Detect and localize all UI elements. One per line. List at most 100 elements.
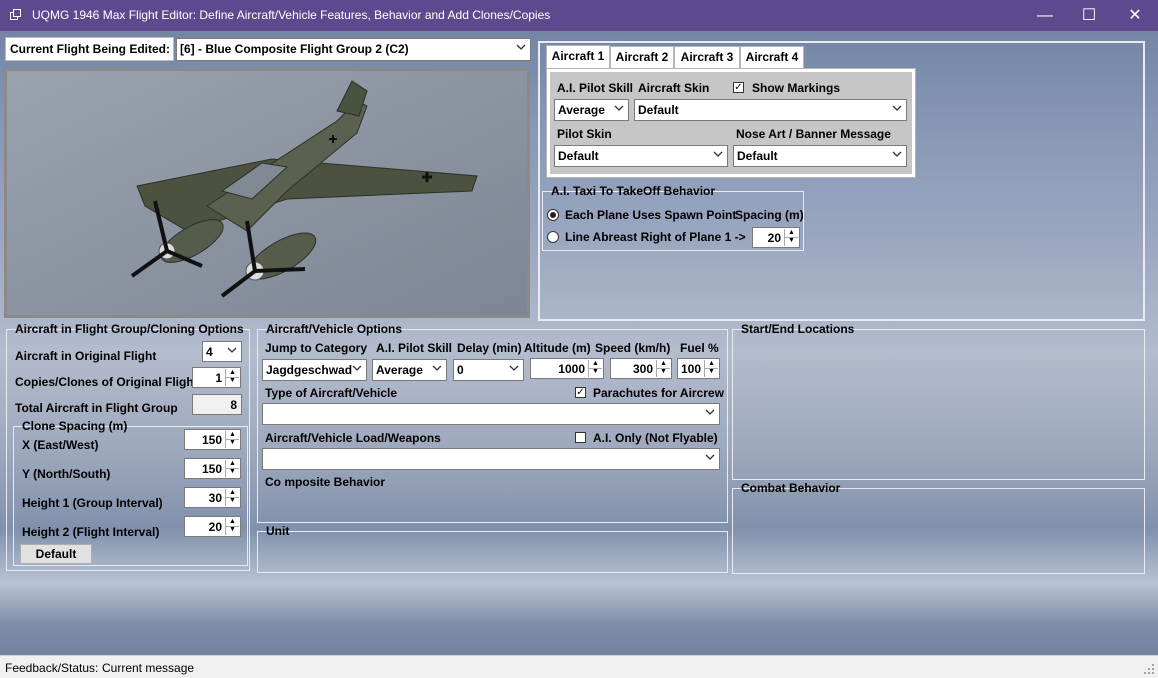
taxi-spacing-stepper[interactable]: 20 ▲ ▼ <box>752 227 800 248</box>
ai-only-checkbox[interactable] <box>575 432 586 443</box>
stepper-buttons[interactable]: ▲ ▼ <box>656 360 670 377</box>
ai-pilot-skill-label: A.I. Pilot Skill <box>557 81 634 95</box>
chevron-down-icon <box>432 365 442 371</box>
chevron-down-icon <box>509 365 519 371</box>
chevron-down-icon <box>713 151 723 157</box>
delay-select[interactable]: 0 <box>453 359 524 381</box>
radio-line-abreast[interactable] <box>547 231 559 243</box>
height2-label: Height 2 (Flight Interval) <box>22 525 160 539</box>
original-flight-select[interactable]: 4 <box>202 341 242 362</box>
stepper-down-icon[interactable]: ▼ <box>226 439 239 447</box>
stepper-buttons[interactable]: ▲ ▼ <box>225 518 239 535</box>
minimize-button[interactable]: — <box>1022 0 1068 31</box>
current-flight-value: [6] - Blue Composite Flight Group 2 (C2) <box>180 42 409 56</box>
nose-art-value: Default <box>737 149 778 163</box>
default-button[interactable]: Default <box>20 544 92 564</box>
altitude-stepper[interactable]: 1000 ▲ ▼ <box>530 358 604 379</box>
stepper-buttons[interactable]: ▲ ▼ <box>225 369 239 386</box>
jump-category-select[interactable]: Jagdgeschwad <box>262 359 367 381</box>
delay-value: 0 <box>457 363 464 377</box>
chevron-down-icon <box>705 409 715 415</box>
pilot-skin-select[interactable]: Default <box>554 145 728 167</box>
stepper-down-icon[interactable]: ▼ <box>226 377 239 385</box>
app-icon <box>10 9 21 20</box>
stepper-down-icon[interactable]: ▼ <box>589 368 602 376</box>
x-spacing-stepper[interactable]: 150 ▲ ▼ <box>184 429 241 450</box>
jump-category-label: Jump to Category <box>265 341 368 355</box>
y-spacing-label: Y (North/South) <box>22 467 111 481</box>
y-spacing-stepper[interactable]: 150 ▲ ▼ <box>184 458 241 479</box>
tab-aircraft-2[interactable]: Aircraft 2 <box>610 46 674 68</box>
option-skill-select[interactable]: Average <box>372 359 447 381</box>
unit-title: Unit <box>266 524 290 538</box>
altitude-value: 1000 <box>558 362 585 376</box>
copies-label: Copies/Clones of Original Flight <box>15 375 198 389</box>
current-flight-select[interactable]: [6] - Blue Composite Flight Group 2 (C2) <box>176 38 531 61</box>
title-bar: UQMG 1946 Max Flight Editor: Define Airc… <box>0 0 1158 31</box>
original-flight-label: Aircraft in Original Flight <box>15 349 157 363</box>
option-skill-label: A.I. Pilot Skill <box>376 341 453 355</box>
fuel-value: 100 <box>680 362 701 376</box>
radio-line-abreast-label: Line Abreast Right of Plane 1 -> <box>565 230 746 244</box>
parachutes-checkbox[interactable]: ✓ <box>575 387 586 398</box>
stepper-buttons[interactable]: ▲ ▼ <box>225 431 239 448</box>
aircraft-illustration <box>7 71 527 315</box>
height1-stepper[interactable]: 30 ▲ ▼ <box>184 487 241 508</box>
total-aircraft-label: Total Aircraft in Flight Group <box>15 401 178 415</box>
aircraft-skin-value: Default <box>638 103 679 117</box>
parachutes-label: Parachutes for Aircrew <box>593 386 724 400</box>
chevron-down-icon <box>892 105 902 111</box>
stepper-down-icon[interactable]: ▼ <box>705 368 718 376</box>
maximize-button[interactable]: ☐ <box>1066 0 1112 31</box>
stepper-buttons[interactable]: ▲ ▼ <box>225 460 239 477</box>
fuel-stepper[interactable]: 100 ▲ ▼ <box>677 358 720 379</box>
load-weapons-select[interactable] <box>262 448 720 470</box>
status-label: Feedback/Status: <box>5 661 99 675</box>
copies-stepper[interactable]: 1 ▲ ▼ <box>192 367 241 388</box>
stepper-buttons[interactable]: ▲ ▼ <box>784 229 798 246</box>
taxi-behavior-title: A.I. Taxi To TakeOff Behavior <box>551 184 716 198</box>
y-spacing-value: 150 <box>201 462 222 476</box>
show-markings-checkbox[interactable]: ✓ <box>733 82 744 93</box>
stepper-buttons[interactable]: ▲ ▼ <box>225 489 239 506</box>
chevron-down-icon <box>892 151 902 157</box>
jump-category-value: Jagdgeschwad <box>266 363 353 377</box>
stepper-down-icon[interactable]: ▼ <box>785 237 798 245</box>
speed-stepper[interactable]: 300 ▲ ▼ <box>610 358 672 379</box>
stepper-down-icon[interactable]: ▼ <box>226 497 239 505</box>
load-weapons-label: Aircraft/Vehicle Load/Weapons <box>265 431 441 445</box>
speed-label: Speed (km/h) <box>595 341 671 355</box>
composite-behavior-label: Co mposite Behavior <box>265 475 386 489</box>
aircraft-type-select[interactable] <box>262 403 720 425</box>
ai-pilot-skill-value: Average <box>558 103 605 117</box>
aircraft-skin-select[interactable]: Default <box>634 99 907 121</box>
chevron-down-icon <box>352 365 362 371</box>
tab-aircraft-4[interactable]: Aircraft 4 <box>740 46 804 68</box>
tab-aircraft-1[interactable]: Aircraft 1 <box>546 45 610 69</box>
aircraft-preview-image <box>4 68 530 318</box>
stepper-down-icon[interactable]: ▼ <box>226 468 239 476</box>
nose-art-select[interactable]: Default <box>733 145 907 167</box>
taxi-spacing-label: Spacing (m) <box>735 208 804 222</box>
aircraft-skin-label: Aircraft Skin <box>638 81 710 95</box>
altitude-label: Altitude (m) <box>524 341 591 355</box>
radio-each-plane-spawn[interactable] <box>547 209 559 221</box>
close-button[interactable]: ✕ <box>1112 0 1158 31</box>
ai-pilot-skill-select[interactable]: Average <box>554 99 629 121</box>
taxi-spacing-value: 20 <box>767 231 781 245</box>
aircraft-options-title: Aircraft/Vehicle Options <box>266 322 403 336</box>
combat-behavior-title: Combat Behavior <box>741 481 841 495</box>
stepper-down-icon[interactable]: ▼ <box>657 368 670 376</box>
option-skill-value: Average <box>376 363 423 377</box>
height1-value: 30 <box>208 491 222 505</box>
stepper-buttons[interactable]: ▲ ▼ <box>704 360 718 377</box>
clone-spacing-title: Clone Spacing (m) <box>22 419 128 433</box>
unit-group: Unit <box>257 524 728 573</box>
height2-stepper[interactable]: 20 ▲ ▼ <box>184 516 241 537</box>
resize-grip-icon[interactable] <box>1144 664 1154 674</box>
stepper-down-icon[interactable]: ▼ <box>226 526 239 534</box>
original-flight-value: 4 <box>206 345 213 359</box>
stepper-buttons[interactable]: ▲ ▼ <box>588 360 602 377</box>
chevron-down-icon <box>705 454 715 460</box>
tab-aircraft-3[interactable]: Aircraft 3 <box>674 46 740 68</box>
